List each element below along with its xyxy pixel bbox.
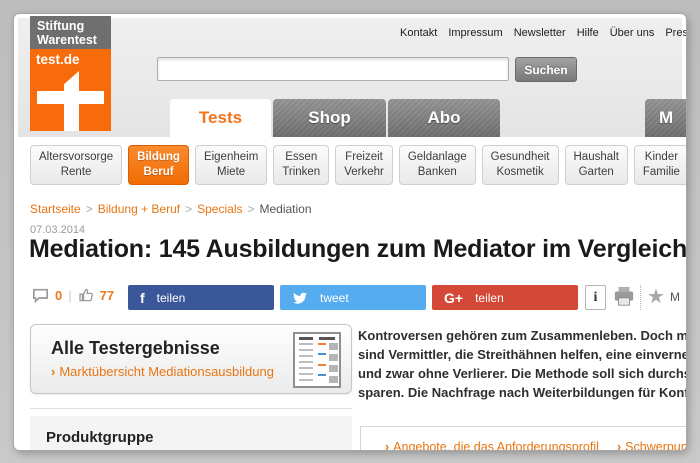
- meta-nav-newsletter[interactable]: Newsletter: [514, 27, 566, 39]
- meta-nav-impressum[interactable]: Impressum: [448, 27, 502, 39]
- category-kinder-familie[interactable]: Kinder Familie: [633, 145, 686, 185]
- testde-logo[interactable]: test.de: [30, 49, 111, 131]
- link-arrow-icon: ›: [385, 440, 390, 450]
- page-panel: Stiftung Warentest test.de Kontakt Impre…: [14, 14, 686, 450]
- meta-nav-presse[interactable]: Presse: [665, 27, 686, 39]
- comment-count[interactable]: 0: [55, 288, 62, 303]
- meta-nav-kontakt[interactable]: Kontakt: [400, 27, 437, 39]
- category-nav: Altersvorsorge Rente Bildung Beruf Eigen…: [30, 145, 686, 185]
- related-link-schwerpunkt-label: Schwerpunkt: [625, 440, 686, 450]
- testde-logo-label: test.de: [36, 52, 80, 67]
- intro-line: und zwar ohne Verlierer. Die Methode sol…: [358, 366, 686, 381]
- facebook-icon: f: [140, 289, 145, 306]
- category-haushalt-garten[interactable]: Haushalt Garten: [564, 145, 628, 185]
- twitter-tweet-button[interactable]: tweet: [280, 285, 426, 310]
- intro-line: Kontroversen gehören zum Zusammenleben. …: [358, 328, 686, 343]
- link-arrow-icon: ›: [617, 440, 622, 450]
- article-stats: 0 | 77: [32, 287, 114, 303]
- breadcrumb-current: Mediation: [259, 202, 312, 216]
- social-share-row: 0 | 77 f teilen tweet G+ teilen i ★ M: [14, 284, 686, 311]
- twitter-tweet-label: tweet: [320, 290, 349, 305]
- category-geldanlage-banken[interactable]: Geldanlage Banken: [398, 145, 476, 185]
- breadcrumb: Startseite > Bildung + Beruf > Specials > Medi…: [30, 202, 312, 216]
- comment-icon[interactable]: [32, 288, 49, 303]
- tab-tests[interactable]: Tests: [170, 99, 271, 137]
- breadcrumb-startseite[interactable]: Startseite: [30, 202, 81, 216]
- results-box-heading: Alle Testergebnisse: [51, 338, 220, 358]
- related-link-angebote-label: Angebote, die das Anforderungsprofil: [393, 440, 599, 450]
- breadcrumb-separator: >: [247, 202, 255, 216]
- tab-mein-testde-partial[interactable]: M: [645, 99, 686, 137]
- meta-nav-ueber-uns[interactable]: Über uns: [610, 27, 655, 39]
- twitter-bird-icon: [293, 292, 307, 304]
- intro-line: sind Vermittler, die Streithähnen helfen…: [358, 347, 686, 362]
- search-button[interactable]: Suchen: [515, 57, 577, 82]
- related-links-box: › Angebote, die das Anforderungsprofil › S…: [360, 426, 686, 450]
- meta-nav: Kontakt Impressum Newsletter Hilfe Über …: [400, 27, 686, 39]
- category-gesundheit-kosmetik[interactable]: Gesundheit Kosmetik: [481, 145, 559, 185]
- thumbs-up-icon[interactable]: [78, 287, 94, 303]
- category-altersvorsorge-rente[interactable]: Altersvorsorge Rente: [30, 145, 123, 185]
- related-link-schwerpunkt[interactable]: ›Schwerpunkt: [617, 440, 686, 450]
- market-overview-link[interactable]: › Marktübersicht Mediationsausbildung: [51, 364, 274, 379]
- search-input[interactable]: [157, 57, 509, 81]
- category-eigenheim-miete[interactable]: Eigenheim Miete: [194, 145, 268, 185]
- window-background: Stiftung Warentest test.de Kontakt Impre…: [0, 0, 700, 463]
- googleplus-share-button[interactable]: G+ teilen: [432, 285, 578, 310]
- page-title-keyword: Mediation:: [29, 235, 152, 263]
- intro-line: sparen. Die Nachfrage nach Weiterbildung…: [358, 385, 686, 400]
- stats-divider: |: [68, 287, 72, 303]
- googleplus-icon: G+: [444, 289, 464, 306]
- product-group-heading: Produktgruppe: [46, 429, 154, 446]
- results-table-thumbnail: [293, 332, 341, 388]
- toolbar-divider: [640, 285, 641, 310]
- meta-nav-hilfe[interactable]: Hilfe: [577, 27, 599, 39]
- facebook-share-button[interactable]: f teilen: [128, 285, 274, 310]
- market-overview-link-label: Marktübersicht Mediationsausbildung: [59, 364, 274, 379]
- page-title-rest: 145 Ausbildungen zum Mediator im Verglei…: [152, 235, 686, 263]
- category-freizeit-verkehr[interactable]: Freizeit Verkehr: [335, 145, 393, 185]
- related-link-angebote[interactable]: › Angebote, die das Anforderungsprofil: [385, 440, 599, 450]
- googleplus-share-label: teilen: [475, 290, 504, 305]
- breadcrumb-bildung-beruf[interactable]: Bildung + Beruf: [98, 202, 180, 216]
- section-divider: [30, 408, 352, 409]
- category-bildung-beruf[interactable]: Bildung Beruf: [128, 145, 189, 185]
- category-essen-trinken[interactable]: Essen Trinken: [273, 145, 330, 185]
- link-arrow-icon: ›: [51, 364, 56, 379]
- page-title: Mediation: 145 Ausbildungen zum Mediator…: [29, 235, 686, 264]
- facebook-share-label: teilen: [156, 290, 186, 305]
- breadcrumb-specials[interactable]: Specials: [197, 202, 242, 216]
- bookmark-star-icon[interactable]: ★: [647, 284, 665, 309]
- article-intro: Kontroversen gehören zum Zusammenleben. …: [358, 326, 686, 402]
- print-icon[interactable]: [613, 286, 635, 307]
- share-info-button[interactable]: i: [585, 285, 606, 310]
- tab-abo[interactable]: Abo: [388, 99, 500, 137]
- stiftung-warentest-logo[interactable]: Stiftung Warentest: [30, 16, 111, 49]
- bookmark-label-partial[interactable]: M: [670, 290, 680, 304]
- all-test-results-box[interactable]: Alle Testergebnisse › Marktübersicht Medi…: [30, 324, 352, 394]
- breadcrumb-separator: >: [185, 202, 193, 216]
- product-group-section: Produktgruppe: [30, 416, 352, 450]
- like-count[interactable]: 77: [100, 288, 114, 303]
- testde-t-icon: [37, 91, 104, 104]
- breadcrumb-separator: >: [85, 202, 93, 216]
- tab-shop[interactable]: Shop: [273, 99, 386, 137]
